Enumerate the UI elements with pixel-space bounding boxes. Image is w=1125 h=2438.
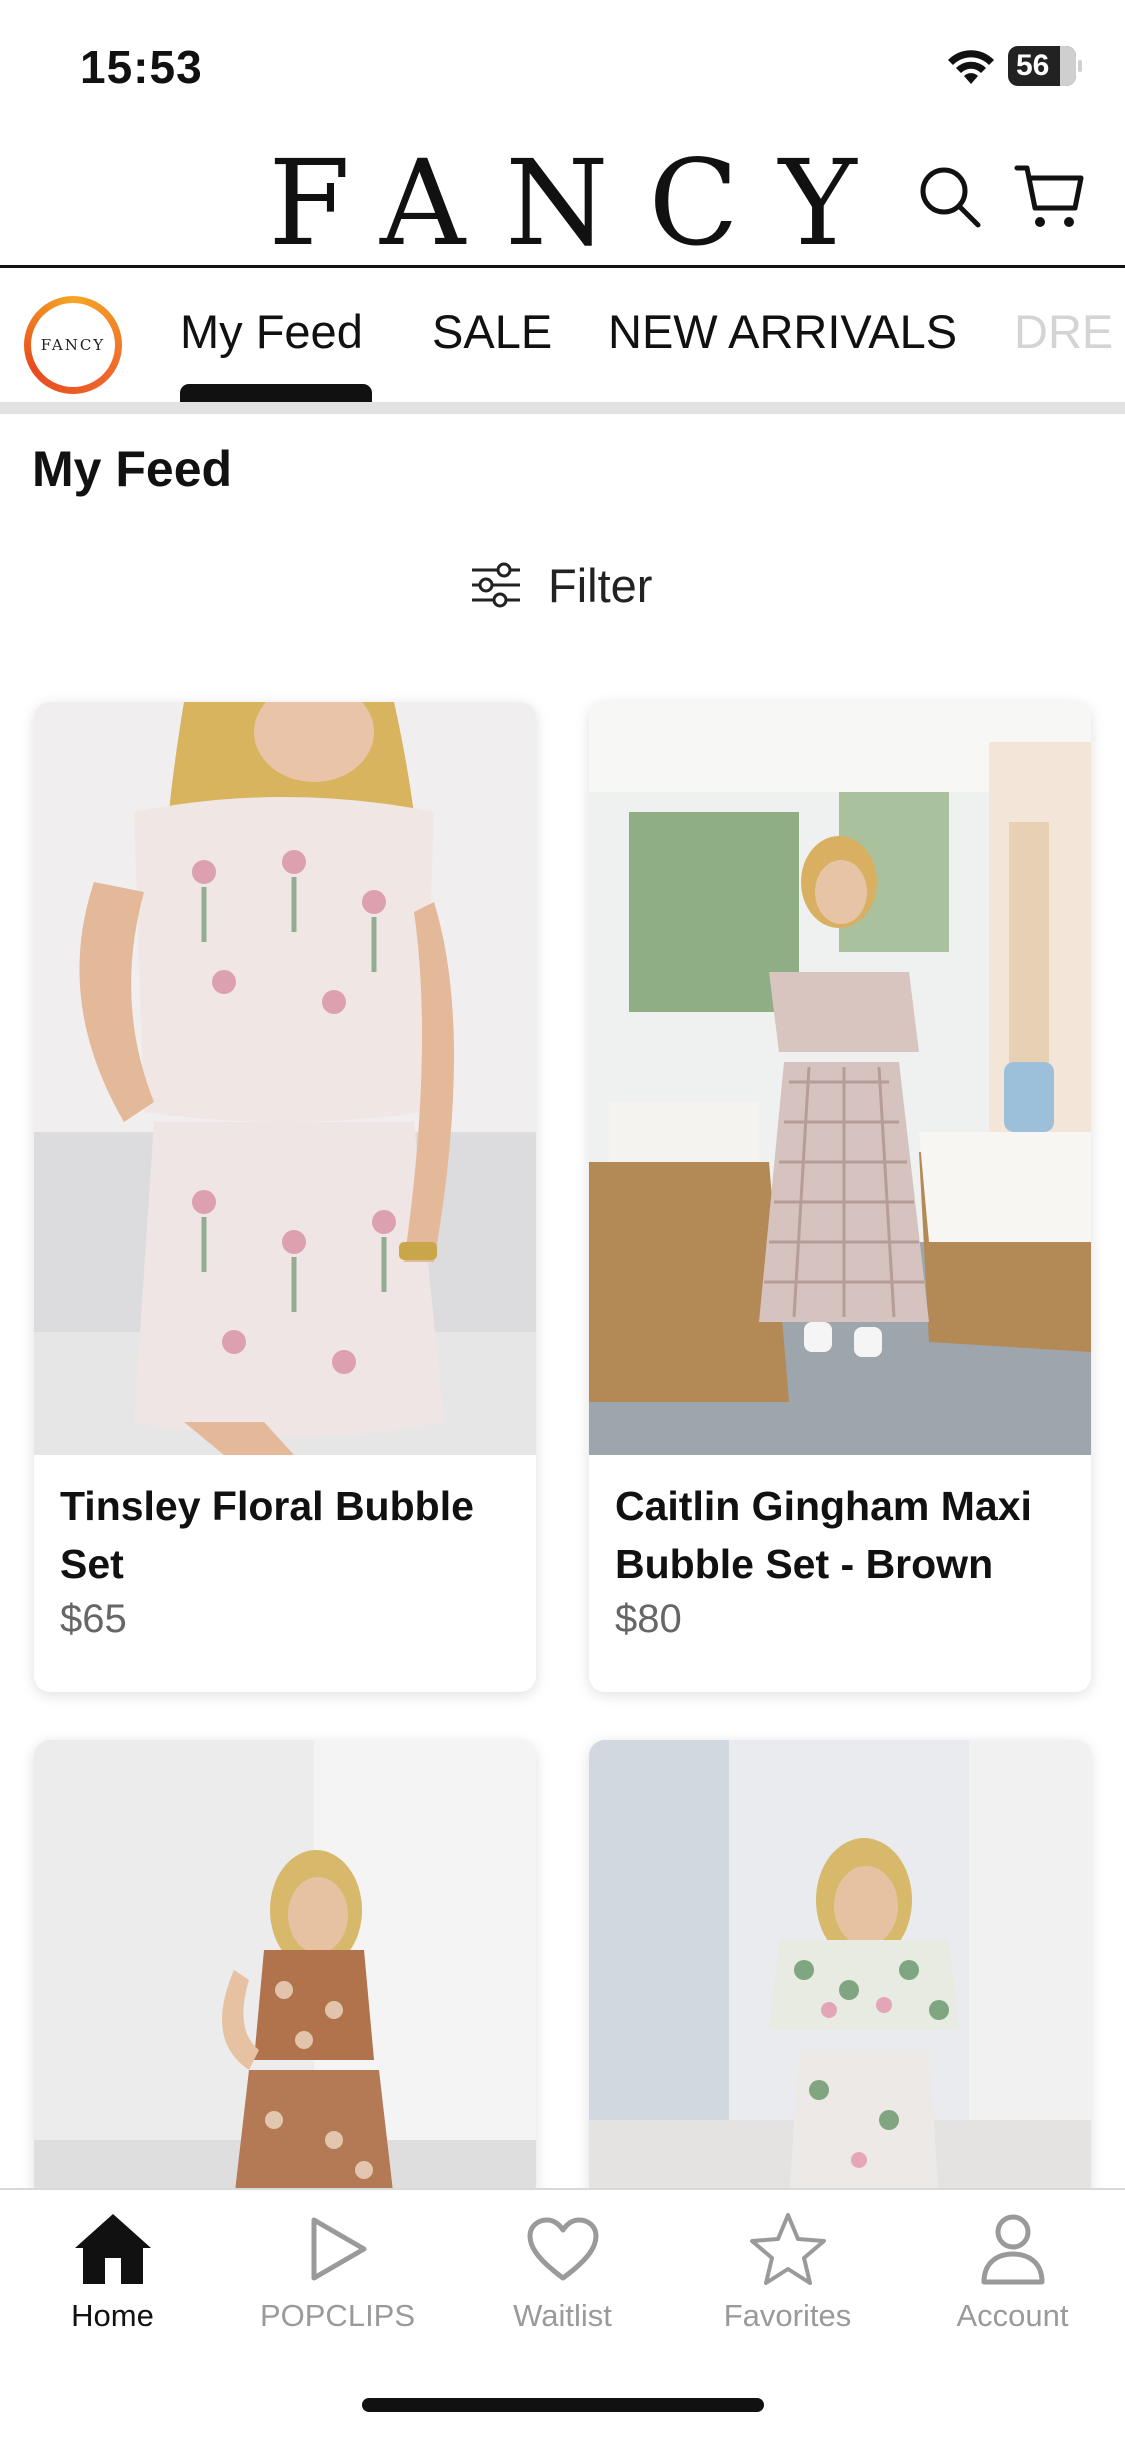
filter-icon [472, 562, 520, 608]
product-image[interactable] [589, 1740, 1091, 2200]
heart-icon [527, 2217, 598, 2281]
product-card[interactable]: Caitlin Gingham Maxi Bubble Set - Brown … [589, 702, 1091, 1692]
brand-badge[interactable]: FANCY [24, 296, 122, 394]
play-icon [311, 2217, 366, 2281]
tab-my-feed[interactable]: My Feed [180, 304, 363, 359]
product-name[interactable]: Caitlin Gingham Maxi Bubble Set - Brown [615, 1477, 1065, 1593]
nav-account[interactable]: Account [900, 2204, 1125, 2354]
product-info: Caitlin Gingham Maxi Bubble Set - Brown … [589, 1455, 1091, 1642]
tab-sale[interactable]: SALE [432, 304, 552, 359]
active-tab-indicator [180, 384, 372, 402]
home-icon [74, 2214, 151, 2284]
filter-button[interactable]: Filter [470, 552, 652, 618]
battery-indicator: 56 [1008, 46, 1082, 86]
product-price: $65 [60, 1597, 127, 1641]
nav-favorites-label: Favorites [723, 2298, 852, 2333]
product-card[interactable] [34, 1740, 536, 2200]
home-indicator[interactable] [362, 2398, 764, 2412]
cart-button[interactable] [1010, 157, 1090, 237]
nav-popclips-label: POPCLIPS [259, 2298, 416, 2333]
nav-favorites[interactable]: Favorites [675, 2204, 900, 2354]
user-icon [981, 2214, 1044, 2285]
status-time: 15:53 [80, 41, 203, 93]
product-image[interactable] [34, 702, 536, 1455]
product-card[interactable] [589, 1740, 1091, 2200]
category-tabs: FANCY My Feed SALE NEW ARRIVALS DRE [0, 268, 1125, 402]
product-image[interactable] [34, 1740, 536, 2200]
tab-dresses[interactable]: DRE [1014, 304, 1113, 359]
filter-label: Filter [548, 558, 653, 612]
product-name[interactable]: Tinsley Floral Bubble Set [60, 1477, 510, 1593]
nav-home[interactable]: Home [0, 2204, 225, 2354]
search-icon [920, 167, 981, 228]
app-header: FANCY [0, 135, 1125, 268]
tab-new-arrivals[interactable]: NEW ARRIVALS [608, 304, 957, 359]
product-price: $80 [615, 1597, 682, 1641]
product-card[interactable]: Tinsley Floral Bubble Set $65 [34, 702, 536, 1692]
star-icon [749, 2213, 826, 2285]
cart-icon [1014, 165, 1084, 227]
wifi-icon [948, 50, 994, 84]
nav-popclips[interactable]: POPCLIPS [225, 2204, 450, 2354]
search-button[interactable] [910, 157, 990, 237]
status-bar: 15:53 56 [0, 0, 1125, 135]
brand-badge-text: FANCY [31, 303, 115, 387]
product-info: Tinsley Floral Bubble Set $65 [34, 1455, 536, 1642]
nav-waitlist[interactable]: Waitlist [450, 2204, 675, 2354]
battery-level: 56 [1016, 49, 1050, 82]
nav-account-label: Account [956, 2298, 1069, 2333]
nav-waitlist-label: Waitlist [513, 2298, 612, 2333]
page-title: My Feed [32, 441, 233, 497]
nav-home-label: Home [71, 2298, 154, 2333]
tabs-divider [0, 402, 1125, 414]
product-image[interactable] [589, 702, 1091, 1455]
